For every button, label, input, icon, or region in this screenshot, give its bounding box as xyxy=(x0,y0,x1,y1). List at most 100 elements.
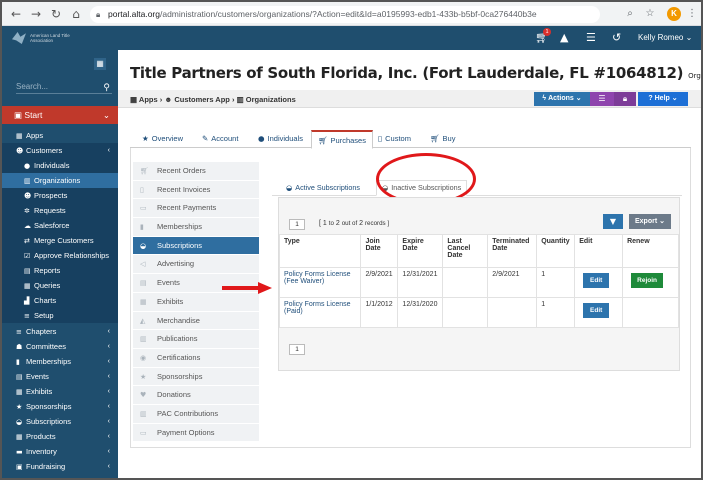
sidebar-item-products[interactable]: ▦ Products ‹ xyxy=(2,429,118,444)
sidebar-item-committees[interactable]: ☗ Committees ‹ xyxy=(2,339,118,354)
tab-purchases[interactable]: 🛒︎ Purchases xyxy=(311,130,373,149)
menu-label: PAC Contributions xyxy=(157,408,219,418)
forward-icon[interactable]: → xyxy=(28,6,44,22)
home-icon[interactable]: ⌂ xyxy=(68,6,84,22)
sidebar-item-prospects[interactable]: ☻ Prospects xyxy=(2,188,118,203)
menu-recent-orders[interactable]: 🛒︎ Recent Orders xyxy=(133,162,259,181)
page-number[interactable]: 1 xyxy=(289,219,305,230)
lock-icon: 🔒︎ xyxy=(96,10,101,19)
purchases-menu: 🛒︎ Recent Orders ▯ Recent Invoices ▭ Recent… xyxy=(133,162,259,443)
sidebar-search-input[interactable]: Search... ⚲ xyxy=(16,80,112,94)
tab-individuals[interactable]: ● Individuals xyxy=(258,130,303,148)
breadcrumb-organizations[interactable]: Organizations xyxy=(246,95,296,104)
sidebar-item-organizations[interactable]: ▥ Organizations xyxy=(2,173,118,188)
column-header[interactable]: Join Date xyxy=(360,234,399,268)
profile-avatar[interactable]: K xyxy=(667,7,681,21)
menu-recent-invoices[interactable]: ▯ Recent Invoices xyxy=(133,180,259,200)
sidebar-collapse-button[interactable]: ▦ xyxy=(94,58,106,70)
lock-button[interactable]: 🔒︎ xyxy=(614,92,636,106)
edit-cell: Edit xyxy=(574,297,624,328)
menu-merchandise[interactable]: ◭ Merchandise xyxy=(133,311,259,331)
sidebar-item-chapters[interactable]: ≡ Chapters ‹ xyxy=(2,324,118,339)
menu-recent-payments[interactable]: ▭ Recent Payments xyxy=(133,199,259,219)
sidebar-item-inventory[interactable]: ▬ Inventory ‹ xyxy=(2,444,118,459)
breadcrumb-apps[interactable]: Apps xyxy=(139,95,158,104)
sidebar-item-reports[interactable]: ▤ Reports xyxy=(2,263,118,278)
alta-logo[interactable]: American Land Title Association xyxy=(12,30,70,46)
menu-advertising[interactable]: ◁ Advertising xyxy=(133,255,259,275)
menu-publications[interactable]: ▥ Publications xyxy=(133,330,259,349)
start-menu[interactable]: ▣ Start ⌄ xyxy=(2,106,118,124)
sidebar-item-events[interactable]: ▤ Events ‹ xyxy=(2,369,118,384)
address-bar[interactable]: 🔒︎ portal.alta.org/administration/custom… xyxy=(90,6,600,23)
sidebar-item-subscriptions[interactable]: ◒ Subscriptions ‹ xyxy=(2,414,118,429)
sidebar-item-individuals[interactable]: ● Individuals xyxy=(2,158,118,173)
sidebar-item-sponsorships[interactable]: ★ Sponsorships ‹ xyxy=(2,399,118,414)
filter-button[interactable]: ▼ xyxy=(603,214,623,229)
grid-toolbar: 1 [ 1 to 2 out of 2 records ] ▼ Export ⌄ xyxy=(279,198,679,234)
sidebar-item-label: Exhibits xyxy=(26,387,53,396)
menu-sponsorships[interactable]: ★ Sponsorships xyxy=(133,367,259,387)
menu-payment-options[interactable]: ▭ Payment Options xyxy=(133,423,259,443)
back-icon[interactable]: ← xyxy=(8,6,24,22)
column-header[interactable]: Type xyxy=(278,234,362,268)
sidebar-item-label: Reports xyxy=(34,266,61,275)
menu-subscriptions[interactable]: ◒ Subscriptions xyxy=(133,236,259,256)
sidebar-item-exhibits[interactable]: ▦ Exhibits ‹ xyxy=(2,384,118,399)
sidebar-item-charts[interactable]: ▟ Charts xyxy=(2,293,118,308)
actions-button[interactable]: ϟ Actions ⌄ xyxy=(534,92,590,106)
person-icon: ● xyxy=(258,134,265,143)
user-menu[interactable]: Kelly Romeo ⌄ xyxy=(638,33,692,42)
users-icon: ☻ xyxy=(164,95,173,104)
subscription-type-link[interactable]: Policy Forms License (Paid) xyxy=(278,297,362,328)
tasks-icon[interactable]: ☰ xyxy=(586,31,596,45)
tab-buy[interactable]: 🛒︎ Buy xyxy=(430,130,455,148)
menu-donations[interactable]: ♥ Donations xyxy=(133,386,259,405)
column-header[interactable]: Terminated Date xyxy=(487,234,538,268)
tab-custom[interactable]: ▯ Custom xyxy=(378,130,411,148)
column-header[interactable]: Last Cancel Date xyxy=(442,234,489,268)
sidebar-item-approve-relationships[interactable]: ☑ Approve Relationships xyxy=(2,248,118,263)
export-button[interactable]: Export ⌄ xyxy=(629,214,671,229)
star-icon[interactable]: ☆ xyxy=(643,6,657,22)
menu-certifications[interactable]: ◉ Certifications xyxy=(133,348,259,368)
page-number-bottom[interactable]: 1 xyxy=(289,344,305,355)
tab-active-subscriptions[interactable]: ◒ Active Subscriptions xyxy=(286,181,360,195)
sidebar-item-label: Setup xyxy=(34,311,54,320)
help-button[interactable]: ? Help ⌄ xyxy=(638,92,688,106)
menu-exhibits[interactable]: ▦ Exhibits xyxy=(133,292,259,312)
sidebar-item-customers[interactable]: ☻ Customers ‹ xyxy=(2,143,118,158)
sidebar-item-label: Charts xyxy=(34,296,57,305)
subscription-type-link[interactable]: Policy Forms License (Fee Waiver) xyxy=(278,267,362,298)
chevron-left-icon: ‹ xyxy=(107,463,110,470)
sidebar-item-setup[interactable]: ≡ Setup xyxy=(2,308,118,323)
sidebar-item-memberships[interactable]: ▮ Memberships ‹ xyxy=(2,354,118,369)
warning-icon[interactable]: ▲ xyxy=(560,31,568,45)
history-icon[interactable]: ↺ xyxy=(612,31,621,45)
sidebar-item-requests[interactable]: ✲ Requests xyxy=(2,203,118,218)
tab-overview[interactable]: ★ Overview xyxy=(142,130,183,148)
zoom-icon[interactable]: ⌕ xyxy=(623,6,637,22)
edit-button[interactable]: Edit xyxy=(583,273,610,288)
column-header[interactable]: Expire Date xyxy=(397,234,444,268)
breadcrumb-customers-app[interactable]: Customers App xyxy=(174,95,230,104)
sidebar-item-apps[interactable]: ▦ Apps xyxy=(2,128,118,143)
menu-icon[interactable]: ⋮ xyxy=(685,6,699,22)
reload-icon[interactable]: ↻ xyxy=(48,6,64,22)
column-header[interactable]: Quantity xyxy=(536,234,576,268)
bookmark-icon: ▮ xyxy=(16,358,20,366)
sidebar-item-fundraising[interactable]: ▣ Fundraising ‹ xyxy=(2,459,118,474)
list-menu-button[interactable]: ☰ xyxy=(590,92,614,106)
edit-button[interactable]: Edit xyxy=(583,303,610,318)
tab-account[interactable]: ✎ Account xyxy=(202,130,238,148)
search-icon[interactable]: ⚲ xyxy=(103,80,110,94)
sidebar-item-merge-customers[interactable]: ⇄ Merge Customers xyxy=(2,233,118,248)
building-icon: ▥ xyxy=(236,95,244,104)
menu-memberships[interactable]: ▮ Memberships xyxy=(133,218,259,237)
menu-pac-contributions[interactable]: ▥ PAC Contributions xyxy=(133,404,259,424)
rejoin-button[interactable]: Rejoin xyxy=(631,273,664,288)
sidebar-item-queries[interactable]: ▦ Queries xyxy=(2,278,118,293)
menu-label: Recent Invoices xyxy=(157,184,211,194)
chevron-left-icon: ‹ xyxy=(107,418,110,425)
sidebar-item-salesforce[interactable]: ☁ Salesforce xyxy=(2,218,118,233)
